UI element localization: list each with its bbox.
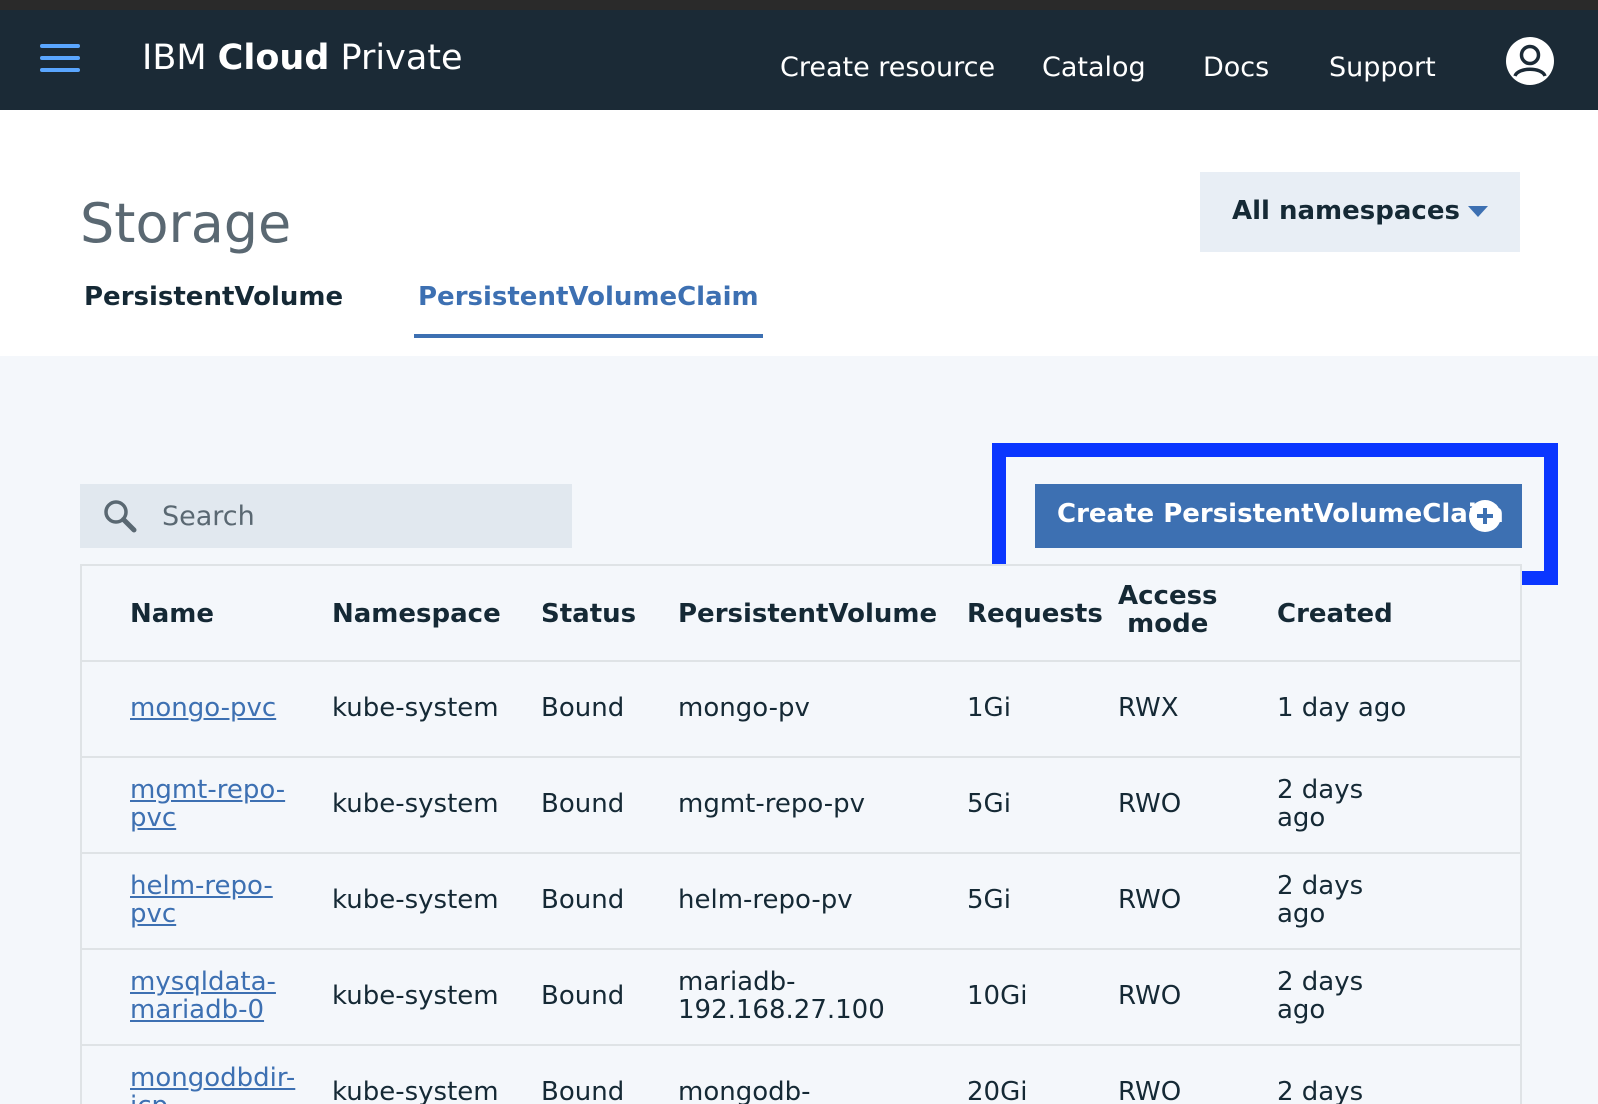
table-cell: 2 days ago xyxy=(1277,871,1364,929)
table-cell: 10Gi xyxy=(967,981,1028,1011)
pvc-table: Name Namespace Status PersistentVolume Reque… xyxy=(80,564,1522,1104)
table-cell: helm-repo-pv xyxy=(678,885,853,915)
table-cell: kube-system xyxy=(332,981,499,1011)
table-cell: RWO xyxy=(1118,885,1182,915)
tab-persistentvolumeclaim[interactable]: PersistentVolumeClaim xyxy=(414,282,763,338)
page-title: Storage xyxy=(80,192,292,255)
hamburger-menu-icon[interactable] xyxy=(38,40,82,76)
create-pvc-button[interactable]: Create PersistentVolumeClaim xyxy=(1035,484,1522,548)
brand-logo[interactable]: IBM Cloud Private xyxy=(142,38,463,78)
user-avatar-icon[interactable] xyxy=(1505,36,1555,86)
page-titlebar: Storage All namespaces PersistentVolume … xyxy=(0,110,1598,356)
table-cell: Bound xyxy=(541,789,625,819)
pvc-name-link[interactable]: mgmt-repo- pvc xyxy=(130,776,285,832)
column-header-requests[interactable]: Requests xyxy=(967,600,1103,628)
table-cell: kube-system xyxy=(332,1077,499,1104)
search-input[interactable] xyxy=(160,492,560,540)
namespace-dropdown[interactable]: All namespaces xyxy=(1200,172,1520,252)
column-header-persistentvolume[interactable]: PersistentVolume xyxy=(678,600,937,628)
table-cell: RWX xyxy=(1118,693,1179,723)
table-cell: 1 day ago xyxy=(1277,693,1407,723)
table-row[interactable]: mongo-pvc kube-system Bound mongo-pv 1Gi RWX 1… xyxy=(82,662,1520,758)
table-cell: RWO xyxy=(1118,1077,1182,1104)
table-header: Name Namespace Status PersistentVolume Reque… xyxy=(82,566,1520,662)
table-cell: 5Gi xyxy=(967,789,1011,819)
table-cell: RWO xyxy=(1118,981,1182,1011)
brand-bold: Cloud xyxy=(217,38,330,78)
nav-support[interactable]: Support xyxy=(1329,52,1436,83)
table-cell: mongo-pv xyxy=(678,693,810,723)
table-cell: Bound xyxy=(541,885,625,915)
column-header-access-mode[interactable]: Access mode xyxy=(1118,582,1218,638)
search-icon xyxy=(104,500,137,533)
column-header-name[interactable]: Name xyxy=(130,600,214,628)
top-header: IBM Cloud Private Create resource Catalo… xyxy=(0,10,1598,110)
table-cell: 2 days ago xyxy=(1277,775,1364,833)
table-cell: Bound xyxy=(541,981,625,1011)
table-row[interactable]: mgmt-repo- pvc kube-system Bound mgmt-repo-… xyxy=(82,758,1520,854)
table-cell: RWO xyxy=(1118,789,1182,819)
table-cell: mongodb- xyxy=(678,1077,811,1104)
top-strip xyxy=(0,0,1598,10)
column-header-status[interactable]: Status xyxy=(541,600,636,628)
brand-prefix: IBM xyxy=(142,38,207,78)
tab-persistentvolume[interactable]: PersistentVolume xyxy=(84,282,343,334)
pvc-name-link[interactable]: mongo-pvc xyxy=(130,694,276,722)
pvc-name-link[interactable]: mongodbdir- icp- xyxy=(130,1064,295,1104)
table-row[interactable]: mysqldata- mariadb-0 kube-system Bound mari… xyxy=(82,950,1520,1046)
table-cell: kube-system xyxy=(332,789,499,819)
caret-down-icon xyxy=(1468,206,1488,217)
column-header-created[interactable]: Created xyxy=(1277,600,1393,628)
column-header-namespace[interactable]: Namespace xyxy=(332,600,501,628)
pvc-name-link[interactable]: mysqldata- mariadb-0 xyxy=(130,968,276,1024)
table-cell: mgmt-repo-pv xyxy=(678,789,866,819)
table-cell: Bound xyxy=(541,693,625,723)
pvc-name-link[interactable]: helm-repo- pvc xyxy=(130,872,273,928)
table-cell: mariadb- 192.168.27.100 xyxy=(678,967,885,1025)
table-cell: 20Gi xyxy=(967,1077,1028,1104)
table-cell: Bound xyxy=(541,1077,625,1104)
create-pvc-button-label: Create PersistentVolumeClaim xyxy=(1057,499,1504,529)
table-cell: 1Gi xyxy=(967,693,1011,723)
brand-suffix: Private xyxy=(340,38,463,78)
add-circle-icon xyxy=(1469,500,1501,532)
nav-catalog[interactable]: Catalog xyxy=(1042,52,1146,83)
table-cell: kube-system xyxy=(332,693,499,723)
nav-docs[interactable]: Docs xyxy=(1203,52,1269,83)
table-row[interactable]: mongodbdir- icp-kube-system Bound mongodb-… xyxy=(82,1046,1520,1104)
table-row[interactable]: helm-repo- pvc kube-system Bound helm-repo-… xyxy=(82,854,1520,950)
table-cell: kube-system xyxy=(332,885,499,915)
table-cell: 5Gi xyxy=(967,885,1011,915)
nav-create-resource[interactable]: Create resource xyxy=(780,52,995,83)
search-box[interactable] xyxy=(80,484,572,548)
table-cell: 2 days ago xyxy=(1277,967,1364,1025)
namespace-dropdown-label: All namespaces xyxy=(1232,196,1460,226)
table-cell: 2 days xyxy=(1277,1077,1364,1104)
